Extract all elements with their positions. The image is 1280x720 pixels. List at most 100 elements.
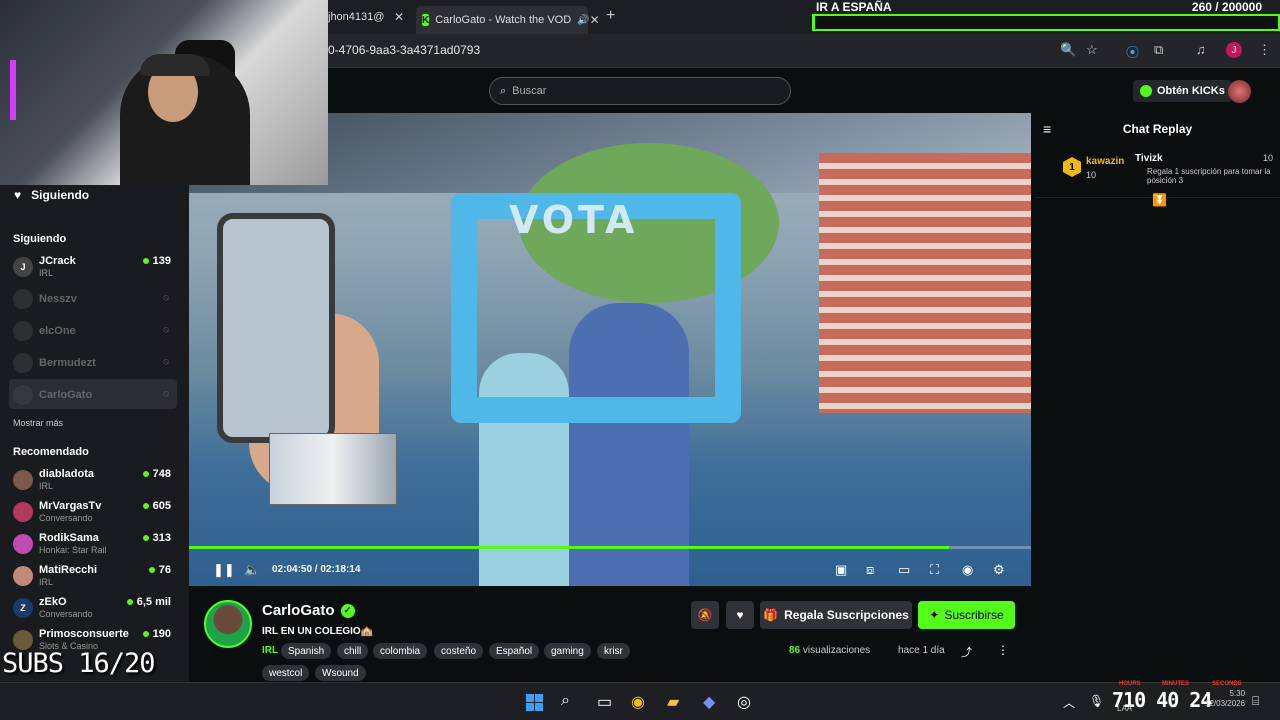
search-input[interactable]: ⌕ Buscar — [489, 77, 791, 105]
browser-tab[interactable]: jhon4131@ ✕ — [328, 6, 410, 28]
puzzle-icon[interactable]: ⧉ — [1154, 42, 1163, 58]
verified-icon: ✓ — [340, 603, 355, 618]
chevron-up-icon[interactable]: ︿ — [1063, 694, 1075, 711]
live-dot-icon — [142, 535, 149, 541]
search-icon[interactable]: ⌕ — [561, 692, 570, 710]
task-view-icon[interactable]: ▭ — [597, 692, 612, 712]
scroll-down-icon[interactable]: ⏬ — [1152, 193, 1167, 207]
gift-icon: 🎁 — [763, 608, 779, 622]
sidebar-item-nesszv[interactable]: Nesszv ⦸ — [9, 283, 177, 313]
sidebar-item-diabladota[interactable]: diabladota IRL 748 — [9, 464, 177, 494]
channel-category: Conversando — [39, 609, 93, 619]
sidebar-item-matirecchi[interactable]: MatiRecchi IRL 76 — [9, 560, 177, 590]
tag[interactable]: gaming — [544, 643, 591, 659]
webcam-led-strip — [10, 60, 16, 120]
stream-category[interactable]: IRL — [262, 645, 278, 656]
live-dot-icon — [142, 631, 149, 637]
sidebar-item-zeko[interactable]: Z zEkO Conversando 6,5 mil — [9, 592, 177, 622]
tag[interactable]: costeño — [434, 643, 484, 659]
seek-bar-fill — [189, 546, 950, 549]
notifications-icon[interactable]: ⌸ — [1252, 694, 1259, 709]
sidebar-item-carlogato[interactable]: CarloGato ⦸ — [9, 379, 177, 409]
video-scene-wall — [819, 153, 1031, 413]
microphone-icon[interactable]: 🎙 — [1089, 694, 1104, 708]
avatar — [13, 385, 33, 405]
sidebar-item-rodiksama[interactable]: RodikSama Honkai: Star Rail 313 — [9, 528, 177, 558]
tag[interactable]: Español — [489, 643, 540, 659]
channel-name[interactable]: CarloGato ✓ — [262, 602, 355, 619]
sidebar-item-mrvargastv[interactable]: MrVargasTv Conversando 605 — [9, 496, 177, 526]
playback-speed-icon[interactable]: ◉ — [962, 562, 973, 578]
volume-icon[interactable]: 🔈 — [244, 562, 260, 578]
avatar — [13, 353, 33, 373]
viewer-count: 313 — [142, 532, 171, 544]
stream-info: CarloGato ✓ IRL EN UN COLEGIO🏫 IRL Spanis… — [189, 586, 1031, 682]
new-tab-icon[interactable]: + — [606, 7, 615, 25]
site-header: ⌕ Buscar Obtén KICKs — [328, 68, 1280, 113]
miniplayer-icon[interactable]: ▣ — [835, 562, 847, 578]
gift-subs-button[interactable]: 🎁 Regala Suscripciones — [760, 601, 912, 629]
extension-icon[interactable]: ⦿ — [1126, 42, 1139, 61]
gifter-username[interactable]: kawazin — [1086, 156, 1124, 167]
settings-gear-icon[interactable]: ⚙ — [993, 562, 1005, 578]
speaker-icon[interactable]: 🔊 — [577, 15, 589, 26]
gift-recipient[interactable]: Tivizk — [1135, 153, 1163, 164]
following-header[interactable]: ♥ Siguiendo — [14, 188, 89, 202]
menu-kebab-icon[interactable]: ⋮ — [1258, 42, 1271, 58]
channel-avatar[interactable] — [204, 600, 252, 648]
duration: 02:18:14 — [320, 564, 361, 575]
close-tab-icon[interactable]: ✕ — [394, 10, 404, 24]
sidebar-item-jcrack[interactable]: J JCrack IRL 139 — [9, 251, 177, 281]
file-explorer-icon[interactable]: ▰ — [667, 692, 679, 712]
tag[interactable]: colombia — [373, 643, 428, 659]
url-text[interactable]: 0-4706-9aa3-3a4371ad0793 — [328, 43, 480, 57]
following-header-label: Siguiendo — [31, 188, 90, 202]
media-control-icon[interactable]: ♫ — [1196, 42, 1206, 57]
more-options-icon[interactable]: ⋮ — [997, 643, 1009, 657]
start-button[interactable] — [526, 694, 543, 711]
tag[interactable]: krisr — [597, 643, 630, 659]
theater-mode-icon[interactable]: ▭ — [898, 562, 910, 578]
notifications-off-button[interactable]: 🔕 — [691, 601, 719, 629]
avatar — [13, 470, 33, 490]
tag[interactable]: Wsound — [315, 665, 366, 681]
fullscreen-icon[interactable]: ⛶ — [930, 562, 939, 578]
channel-name: Primosconsuerte — [39, 628, 129, 640]
follow-button[interactable]: ♥ — [726, 601, 754, 629]
gift-text: Regala 1 suscripción para tomar la posic… — [1147, 167, 1271, 185]
profile-avatar[interactable]: J — [1226, 42, 1242, 58]
clip-icon[interactable]: ⧈ — [866, 562, 874, 578]
subscribe-button[interactable]: ✦ Suscribirse — [918, 601, 1015, 629]
user-avatar[interactable] — [1228, 80, 1251, 103]
browser-tab-active[interactable]: K CarloGato - Watch the VOD 🔊 ✕ — [416, 6, 600, 34]
sidebar-item-elcone[interactable]: elcOne ⦸ — [9, 315, 177, 345]
close-tab-icon[interactable]: ✕ — [590, 13, 600, 27]
live-dot-icon — [142, 471, 149, 477]
bookmark-star-icon[interactable]: ☆ — [1086, 42, 1098, 58]
search-placeholder: Buscar — [512, 85, 547, 97]
chrome-icon[interactable]: ◉ — [631, 692, 645, 712]
share-icon[interactable]: ⤴ — [961, 644, 972, 660]
sparkle-icon: ✦ — [929, 608, 940, 622]
obs-icon[interactable]: ◎ — [737, 692, 751, 712]
avatar — [13, 534, 33, 554]
tag[interactable]: chill — [337, 643, 369, 659]
channel-name: elcOne — [39, 325, 76, 337]
offline-icon: ⦸ — [163, 356, 169, 366]
sidebar-item-bermudezt[interactable]: Bermudezt ⦸ — [9, 347, 177, 377]
gift-sub-message: 1 kawazin 10 Tivizk 10 Regala 1 suscripc… — [1063, 153, 1277, 193]
zoom-icon[interactable]: 🔍 — [1060, 42, 1076, 58]
system-clock[interactable]: 5:30 12/03/2026 — [1205, 689, 1245, 709]
app-icon[interactable]: ◆ — [703, 692, 715, 712]
search-icon: ⌕ — [500, 84, 507, 97]
pause-icon[interactable]: ❚❚ — [213, 562, 235, 578]
avatar — [13, 630, 33, 650]
get-kicks-button[interactable]: Obtén KICKs — [1133, 80, 1232, 102]
show-more-link[interactable]: Mostrar más — [13, 418, 63, 428]
seek-bar[interactable] — [189, 546, 1031, 549]
heart-icon: ♥ — [14, 188, 22, 202]
tag[interactable]: westcol — [262, 665, 310, 681]
clock-time: 5:30 — [1229, 689, 1246, 698]
input-language[interactable]: LAA — [1117, 704, 1132, 713]
tag[interactable]: Spanish — [281, 643, 332, 659]
